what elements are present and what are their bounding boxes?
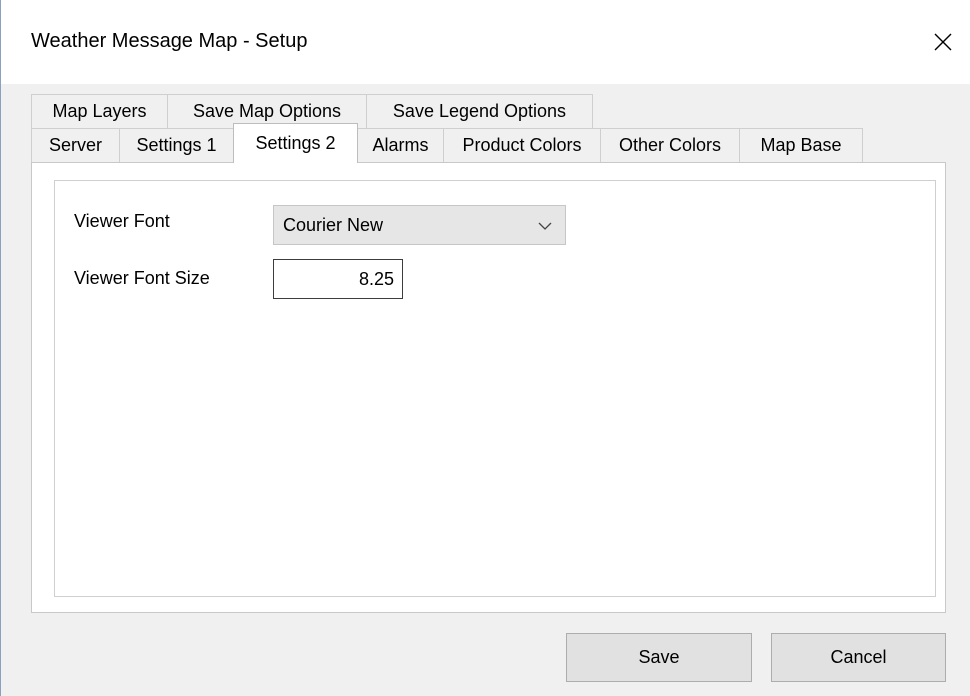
tab-label: Map Base	[760, 135, 842, 155]
tab-label: Server	[48, 135, 102, 155]
save-button[interactable]: Save	[566, 633, 752, 682]
tab-map-base[interactable]: Map Base	[739, 128, 863, 162]
tab-label: Product Colors	[462, 135, 582, 155]
viewer-font-value: Courier New	[283, 215, 384, 235]
tab-server[interactable]: Server	[31, 128, 120, 162]
tab-product-colors[interactable]: Product Colors	[443, 128, 601, 162]
tab-label: Settings 2	[255, 133, 336, 153]
tab-map-layers[interactable]: Map Layers	[31, 94, 168, 128]
title-bar: Weather Message Map - Setup	[1, 0, 970, 84]
tab-label: Alarms	[372, 135, 429, 155]
tab-label: Save Map Options	[192, 101, 342, 121]
window-title: Weather Message Map - Setup	[31, 30, 308, 52]
viewer-font-size-label: Viewer Font Size	[74, 268, 210, 288]
tab-settings-1[interactable]: Settings 1	[119, 128, 234, 162]
tab-other-colors[interactable]: Other Colors	[600, 128, 740, 162]
tab-label: Other Colors	[618, 135, 722, 155]
tab-label: Map Layers	[52, 101, 147, 121]
cancel-button-label: Cancel	[830, 647, 887, 667]
setup-dialog: Weather Message Map - Setup Map Layers S…	[0, 0, 970, 696]
tab-alarms[interactable]: Alarms	[357, 128, 444, 162]
tab-label: Settings 1	[136, 135, 217, 155]
chevron-down-icon	[538, 222, 552, 230]
close-button[interactable]	[925, 24, 961, 60]
viewer-font-label: Viewer Font	[74, 211, 170, 231]
tab-label: Save Legend Options	[392, 101, 567, 121]
tab-save-legend-options[interactable]: Save Legend Options	[366, 94, 593, 128]
viewer-font-size-input[interactable]	[273, 259, 403, 299]
tab-settings-2[interactable]: Settings 2	[233, 123, 358, 163]
cancel-button[interactable]: Cancel	[771, 633, 946, 682]
close-icon	[934, 33, 952, 51]
save-button-label: Save	[638, 647, 680, 667]
viewer-font-select[interactable]: Courier New	[273, 205, 566, 245]
